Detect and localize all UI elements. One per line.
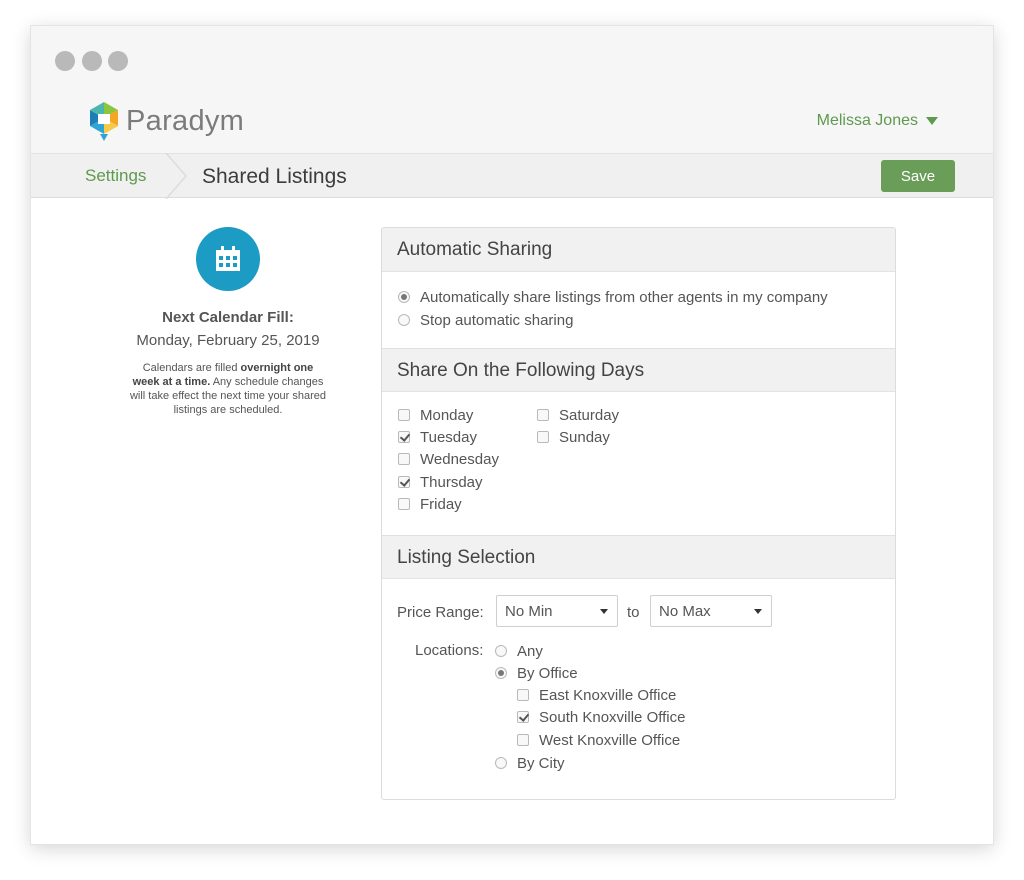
checkbox-checked-icon — [398, 431, 410, 443]
automatic-sharing-header: Automatic Sharing — [382, 228, 895, 272]
caret-down-icon — [600, 609, 608, 614]
checkbox-label: Monday — [420, 406, 474, 424]
radio-label: Stop automatic sharing — [420, 311, 574, 329]
price-to-label: to — [627, 604, 640, 621]
checkbox-thursday[interactable]: Thursday — [398, 472, 483, 492]
breadcrumb-settings-link[interactable]: Settings — [85, 166, 146, 186]
radio-location-by-office[interactable]: By Office — [495, 663, 578, 683]
radio-auto-share[interactable]: Automatically share listings from other … — [398, 287, 828, 307]
window-minimize-dot[interactable] — [82, 51, 102, 71]
checkbox-icon — [517, 689, 529, 701]
price-min-value: No Min — [505, 603, 553, 620]
checkbox-saturday[interactable]: Saturday — [537, 405, 619, 425]
price-min-select[interactable]: No Min — [496, 595, 618, 627]
user-menu[interactable]: Melissa Jones — [817, 112, 938, 130]
settings-panel: Automatic Sharing Automatically share li… — [381, 227, 896, 800]
title-bar: Paradym Melissa Jones — [31, 26, 993, 153]
checkbox-label: East Knoxville Office — [539, 686, 677, 704]
price-range-label: Price Range: — [397, 604, 484, 621]
checkbox-checked-icon — [517, 711, 529, 723]
price-max-value: No Max — [659, 603, 711, 620]
checkbox-label: Wednesday — [420, 450, 499, 468]
radio-location-by-city[interactable]: By City — [495, 753, 565, 773]
save-button[interactable]: Save — [881, 160, 955, 192]
radio-label: By Office — [517, 664, 578, 682]
radio-location-any[interactable]: Any — [495, 641, 543, 661]
brand-logo[interactable]: Paradym — [86, 99, 244, 143]
checkbox-friday[interactable]: Friday — [398, 494, 462, 514]
fill-note-pre: Calendars are filled — [142, 362, 241, 374]
checkbox-label: Saturday — [559, 406, 620, 424]
listing-selection-header: Listing Selection — [382, 535, 895, 579]
price-max-select[interactable]: No Max — [650, 595, 772, 627]
page-title: Shared Listings — [202, 165, 347, 188]
window-close-dot[interactable] — [55, 51, 75, 71]
checkbox-sunday[interactable]: Sunday — [537, 427, 610, 447]
app-window: Paradym Melissa Jones Settings Shared Li… — [31, 26, 993, 844]
checkbox-icon — [537, 409, 549, 421]
checkbox-tuesday[interactable]: Tuesday — [398, 427, 477, 447]
checkbox-label: Thursday — [420, 473, 483, 491]
radio-label: Automatically share listings from other … — [420, 288, 828, 306]
radio-label: Any — [517, 642, 543, 660]
share-days-header: Share On the Following Days — [382, 348, 895, 392]
radio-selected-icon — [495, 667, 507, 679]
locations-label: Locations: — [415, 642, 484, 659]
checkbox-south-knoxville-office[interactable]: South Knoxville Office — [517, 707, 685, 727]
calendar-icon — [196, 227, 260, 291]
checkbox-monday[interactable]: Monday — [398, 405, 473, 425]
checkbox-icon — [398, 409, 410, 421]
checkbox-label: Friday — [420, 495, 462, 513]
breadcrumb-bar: Settings Shared Listings Save — [31, 153, 993, 199]
caret-down-icon — [926, 117, 938, 125]
brand-name: Paradym — [126, 104, 245, 137]
checkbox-east-knoxville-office[interactable]: East Knoxville Office — [517, 685, 676, 705]
next-fill-date: Monday, February 25, 2019 — [136, 332, 320, 349]
checkbox-icon — [537, 431, 549, 443]
checkbox-wednesday[interactable]: Wednesday — [398, 449, 499, 469]
checkbox-label: Sunday — [559, 428, 610, 446]
fill-note: Calendars are filled overnight one week … — [121, 361, 335, 417]
calendar-fill-info: Next Calendar Fill: Monday, February 25,… — [121, 227, 335, 417]
radio-label: By City — [517, 754, 565, 772]
user-name: Melissa Jones — [816, 112, 918, 129]
checkbox-label: South Knoxville Office — [539, 708, 686, 726]
checkbox-icon — [398, 453, 410, 465]
checkbox-west-knoxville-office[interactable]: West Knoxville Office — [517, 730, 680, 750]
checkbox-label: West Knoxville Office — [539, 731, 681, 749]
checkbox-icon — [517, 734, 529, 746]
paradym-logo-icon — [90, 102, 118, 141]
next-fill-title: Next Calendar Fill: — [162, 309, 294, 326]
radio-unselected-icon — [398, 314, 410, 326]
checkbox-checked-icon — [398, 476, 410, 488]
radio-unselected-icon — [495, 757, 507, 769]
radio-unselected-icon — [495, 645, 507, 657]
breadcrumb-chevron-icon — [165, 153, 187, 199]
caret-down-icon — [754, 609, 762, 614]
checkbox-label: Tuesday — [420, 428, 477, 446]
radio-stop-sharing[interactable]: Stop automatic sharing — [398, 310, 573, 330]
window-zoom-dot[interactable] — [108, 51, 128, 71]
checkbox-icon — [398, 498, 410, 510]
radio-selected-icon — [398, 291, 410, 303]
